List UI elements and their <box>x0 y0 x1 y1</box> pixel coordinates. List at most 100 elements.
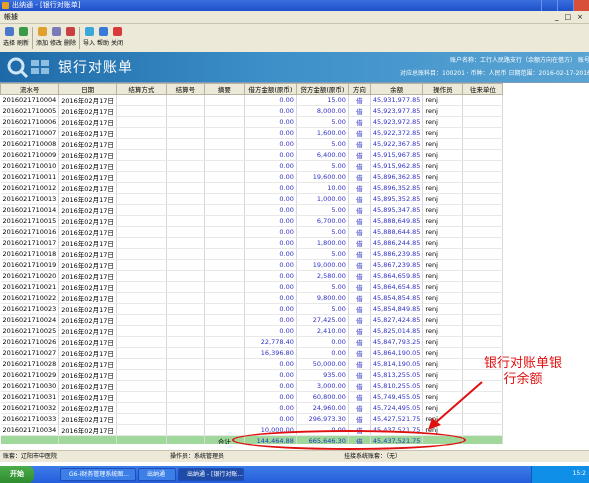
table-cell <box>462 336 504 348</box>
table-row[interactable]: 2016021710004 2016年02月17日 0.00 15.00 借 45,931… <box>0 94 504 106</box>
mdi-restore-button[interactable]: □ <box>565 11 572 24</box>
table-cell: 2016021710004 <box>0 94 60 106</box>
maximize-button[interactable] <box>557 0 573 11</box>
table-cell: 2016021710006 <box>0 116 60 128</box>
table-cell: 借 <box>348 325 371 337</box>
table-row[interactable]: 2016021710012 2016年02月17日 0.00 10.00 借 45,896… <box>0 182 504 194</box>
table-cell <box>204 336 245 348</box>
close-button[interactable]: 关闭 <box>110 24 124 50</box>
table-cell <box>116 292 167 304</box>
table-cell <box>116 171 167 183</box>
table-row[interactable]: 2016021710010 2016年02月17日 0.00 5.00 借 45,915,… <box>0 160 504 172</box>
table-cell <box>116 94 167 106</box>
table-cell <box>116 160 167 172</box>
table-cell: 2016021710009 <box>0 149 60 161</box>
column-header[interactable]: 操作员 <box>422 83 464 95</box>
table-row[interactable]: 2016021710020 2016年02月17日 0.00 2,580.00 借 45,… <box>0 270 504 282</box>
mdi-minimize-button[interactable]: _ <box>555 11 559 24</box>
refresh-button[interactable]: 刷新 <box>16 24 30 50</box>
column-header[interactable]: 借方金额(原币) <box>243 83 297 95</box>
table-cell: 0.00 <box>244 215 297 227</box>
table-cell: 0.00 <box>244 303 297 315</box>
column-header[interactable]: 贷方金额(原币) <box>295 83 349 95</box>
table-cell <box>462 127 504 139</box>
mdi-close-button[interactable]: × <box>577 11 583 24</box>
table-cell <box>166 402 205 414</box>
table-cell: 0.00 <box>244 138 297 150</box>
add-icon <box>37 27 47 36</box>
table-cell <box>116 237 167 249</box>
taskbar-item[interactable]: 出纳通 <box>138 468 176 481</box>
table-row[interactable]: 2016021710022 2016年02月17日 0.00 9,800.00 借 45,… <box>0 292 504 304</box>
table-cell <box>166 391 205 403</box>
table-row[interactable]: 2016021710017 2016年02月17日 0.00 1,800.00 借 45,… <box>0 237 504 249</box>
table-cell: renj <box>422 149 464 161</box>
help-button[interactable]: 帮助 <box>96 24 110 50</box>
table-row[interactable]: 2016021710025 2016年02月17日 0.00 2,410.00 借 45,… <box>0 325 504 337</box>
table-row[interactable]: 2016021710005 2016年02月17日 0.00 8,000.00 借 45,… <box>0 105 504 117</box>
table-row[interactable]: 2016021710024 2016年02月17日 0.00 27,425.00 借 45… <box>0 314 504 326</box>
minimize-button[interactable] <box>541 0 557 11</box>
taskbar-item-active[interactable]: 出纳通 - [银行对账... <box>178 468 244 481</box>
table-cell: 0.00 <box>296 347 349 359</box>
table-row[interactable]: 2016021710013 2016年02月17日 0.00 1,000.00 借 45,… <box>0 193 504 205</box>
table-cell: renj <box>422 94 464 106</box>
table-cell <box>166 347 205 359</box>
table-cell <box>116 127 167 139</box>
column-header[interactable]: 结算方式 <box>115 83 167 95</box>
table-row[interactable]: 2016021710021 2016年02月17日 0.00 5.00 借 45,864,… <box>0 281 504 293</box>
help-icon <box>98 27 108 36</box>
table-row[interactable]: 2016021710023 2016年02月17日 0.00 5.00 借 45,854,… <box>0 303 504 315</box>
select-button[interactable]: 选择 <box>2 24 16 50</box>
window-controls <box>541 0 589 11</box>
table-row[interactable]: 2016021710028 2016年02月17日 0.00 50,000.00 借 45… <box>0 358 504 370</box>
table-cell: renj <box>422 358 464 370</box>
taskbar-item[interactable]: G6-i财务管理系统图... <box>60 468 136 481</box>
import-button[interactable]: 导入 <box>82 24 96 50</box>
table-row[interactable]: 2016021710016 2016年02月17日 0.00 5.00 借 45,888,… <box>0 226 504 238</box>
table-row[interactable]: 2016021710008 2016年02月17日 0.00 5.00 借 45,922,… <box>0 138 504 150</box>
toolbar-button-label: 选择 <box>2 40 15 47</box>
column-header[interactable]: 摘要 <box>203 83 245 95</box>
add-button[interactable]: 添加 <box>35 24 49 50</box>
delete-button[interactable]: 删除 <box>63 24 77 50</box>
table-cell: 2016年02月17日 <box>58 369 117 381</box>
statement-grid[interactable]: 流水号 日期 结算方式 结算号 摘要 借方金额(原币) 贷方金额(原币) 方向 余额 操作员 往来单… <box>0 82 589 444</box>
table-cell <box>116 336 167 348</box>
table-cell: 借 <box>348 127 371 139</box>
table-row[interactable]: 2016021710007 2016年02月17日 0.00 1,600.00 借 45,… <box>0 127 504 139</box>
table-cell: 45,867,239.85 <box>370 259 424 271</box>
table-row[interactable]: 2016021710018 2016年02月17日 0.00 5.00 借 45,886,… <box>0 248 504 260</box>
table-cell <box>166 160 205 172</box>
table-cell: 45,427,521.75 <box>370 413 424 425</box>
table-row[interactable]: 2016021710027 2016年02月17日 16,396.80 0.00 借 45… <box>0 347 504 359</box>
table-row[interactable]: 2016021710009 2016年02月17日 0.00 6,400.00 借 45,… <box>0 149 504 161</box>
menu-item[interactable]: 帳據 <box>4 13 18 21</box>
edit-button[interactable]: 修改 <box>49 24 63 50</box>
column-header[interactable]: 流水号 <box>0 83 60 95</box>
total-empty-cell <box>116 435 167 444</box>
column-header[interactable]: 日期 <box>58 83 117 95</box>
table-row[interactable]: 2016021710006 2016年02月17日 0.00 5.00 借 45,923,… <box>0 116 504 128</box>
table-cell: 2016年02月17日 <box>58 171 117 183</box>
column-header[interactable]: 余额 <box>369 83 424 95</box>
subject-info: 对应总账科目：100201 · 币种：人民币 日期范围：2016-02-17-2… <box>400 70 589 77</box>
start-button[interactable]: 开始 <box>0 466 34 483</box>
table-cell <box>166 292 205 304</box>
table-row[interactable]: 2016021710011 2016年02月17日 0.00 19,600.00 借 45… <box>0 171 504 183</box>
column-header[interactable]: 方向 <box>347 83 371 95</box>
table-row[interactable]: 2016021710019 2016年02月17日 0.00 19,000.00 借 45… <box>0 259 504 271</box>
close-window-button[interactable] <box>573 0 589 11</box>
page-title: 银行对账单 <box>58 60 133 76</box>
table-cell: renj <box>422 160 464 172</box>
table-cell <box>116 358 167 370</box>
column-header[interactable]: 往来单位 <box>462 83 504 95</box>
table-cell: 0.00 <box>244 193 297 205</box>
table-row[interactable]: 2016021710015 2016年02月17日 0.00 6,700.00 借 45,… <box>0 215 504 227</box>
column-header[interactable]: 结算号 <box>165 83 205 95</box>
table-cell <box>204 193 245 205</box>
table-row[interactable]: 2016021710014 2016年02月17日 0.00 5.00 借 45,895,… <box>0 204 504 216</box>
table-cell <box>462 94 504 106</box>
table-row[interactable]: 2016021710026 2016年02月17日 22,778.40 0.00 借 45… <box>0 336 504 348</box>
table-cell: 2016年02月17日 <box>58 270 117 282</box>
